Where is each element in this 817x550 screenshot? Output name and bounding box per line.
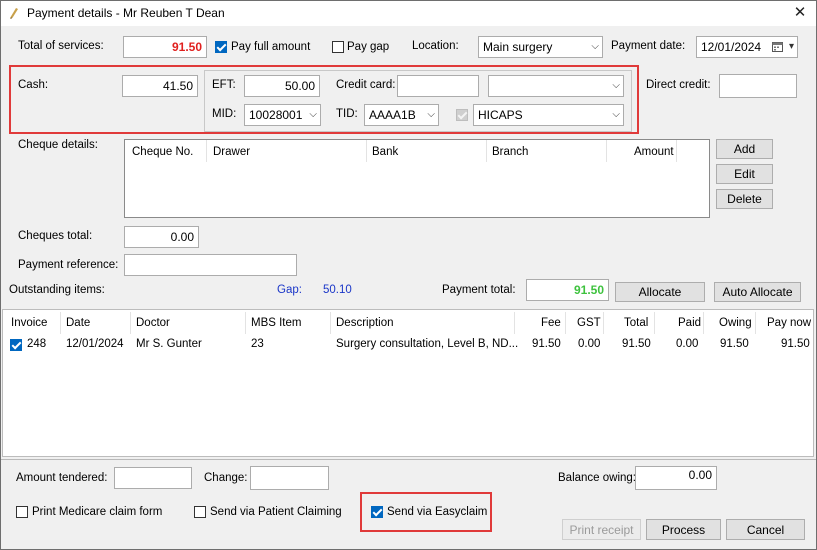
delete-cheque-button[interactable]: Delete	[716, 189, 773, 209]
col-pay-now: Pay now	[767, 317, 812, 329]
col-gst: GST	[577, 317, 601, 329]
col-divider	[654, 312, 655, 334]
cheque-col-number: Cheque No.	[132, 146, 194, 158]
col-divider	[603, 312, 604, 334]
cheque-col-drawer: Drawer	[213, 146, 251, 158]
row-select-checkbox[interactable]	[10, 339, 22, 351]
outstanding-items-label: Outstanding items:	[9, 284, 105, 296]
cheque-col-amount: Amount	[634, 146, 674, 158]
table-row[interactable]: 248 12/01/2024 Mr S. Gunter 23 Surgery c…	[3, 334, 813, 354]
col-divider	[245, 312, 246, 334]
total-services-label: Total of services:	[18, 40, 104, 52]
col-total: Total	[624, 317, 649, 329]
doctor-cell: Mr S. Gunter	[136, 338, 202, 350]
app-icon	[10, 8, 18, 19]
col-divider	[60, 312, 61, 334]
change-value	[250, 466, 329, 490]
invoice-cell: 248	[27, 338, 47, 350]
add-cheque-button[interactable]: Add	[716, 139, 773, 159]
cheque-col-divider	[486, 140, 487, 162]
cheques-total-label: Cheques total:	[18, 230, 93, 242]
pay-gap-checkbox[interactable]	[332, 41, 344, 53]
col-description: Description	[336, 317, 394, 329]
amount-tendered-label: Amount tendered:	[16, 472, 108, 484]
col-divider	[565, 312, 566, 334]
cheque-details-label: Cheque details:	[18, 139, 98, 151]
col-divider	[703, 312, 704, 334]
location-value: Main surgery	[483, 40, 553, 54]
col-divider	[330, 312, 331, 334]
pay-full-amount-checkbox[interactable]	[215, 41, 227, 53]
total-services-value: 91.50	[123, 36, 207, 58]
amount-tendered-input[interactable]	[114, 467, 192, 489]
gap-label: Gap:	[277, 284, 302, 296]
pay-full-amount-label: Pay full amount	[231, 41, 311, 53]
cheque-col-branch: Branch	[492, 146, 529, 158]
process-button[interactable]: Process	[646, 519, 721, 540]
cancel-button[interactable]: Cancel	[726, 519, 805, 540]
gst-cell: 0.00	[578, 338, 601, 350]
auto-allocate-button[interactable]: Auto Allocate	[714, 282, 801, 302]
location-label: Location:	[412, 40, 459, 52]
cheque-col-divider	[366, 140, 367, 162]
outstanding-items-table[interactable]: Invoice Date Doctor MBS Item Description…	[2, 309, 814, 457]
description-cell: Surgery consultation, Level B, ND...	[336, 338, 519, 350]
balance-owing-value: 0.00	[635, 466, 717, 490]
allocate-button[interactable]: Allocate	[615, 282, 705, 302]
cheque-col-divider	[206, 140, 207, 162]
col-invoice: Invoice	[11, 317, 48, 329]
direct-credit-label: Direct credit:	[646, 79, 711, 91]
payment-methods-highlight	[9, 65, 639, 134]
owing-cell: 91.50	[720, 338, 749, 350]
print-medicare-checkbox[interactable]	[16, 506, 28, 518]
window-title: Payment details - Mr Reuben T Dean	[27, 6, 225, 20]
col-fee: Fee	[541, 317, 561, 329]
divider	[1, 459, 816, 460]
paid-cell: 0.00	[676, 338, 699, 350]
edit-cheque-button[interactable]: Edit	[716, 164, 773, 184]
cheque-col-divider	[676, 140, 677, 162]
print-receipt-button[interactable]: Print receipt	[562, 519, 641, 540]
print-medicare-label: Print Medicare claim form	[32, 506, 163, 518]
dropdown-arrow-icon: ▾	[788, 41, 794, 52]
total-cell: 91.50	[622, 338, 651, 350]
change-label: Change:	[204, 472, 248, 484]
close-icon[interactable]: ✕	[787, 3, 813, 23]
col-divider	[755, 312, 756, 334]
pay-now-cell: 91.50	[781, 338, 810, 350]
payment-total-label: Payment total:	[442, 284, 516, 296]
payment-date-value: 12/01/2024	[701, 40, 762, 54]
payment-reference-input[interactable]	[124, 254, 297, 276]
chevron-down-icon: ⌵	[591, 41, 599, 52]
col-date: Date	[66, 317, 91, 329]
balance-owing-label: Balance owing:	[558, 472, 636, 484]
location-select[interactable]: Main surgery ⌵	[478, 36, 603, 58]
patient-claiming-checkbox[interactable]	[194, 506, 206, 518]
col-owing: Owing	[719, 317, 752, 329]
calendar-icon[interactable]	[772, 41, 783, 52]
col-divider	[514, 312, 515, 334]
payment-date-label: Payment date:	[611, 40, 686, 52]
cheque-col-divider	[606, 140, 607, 162]
patient-claiming-label: Send via Patient Claiming	[210, 506, 342, 518]
cheque-col-bank: Bank	[372, 146, 399, 158]
fee-cell: 91.50	[532, 338, 561, 350]
mbs-item-cell: 23	[251, 338, 264, 350]
easyclaim-highlight	[360, 492, 492, 532]
cheque-list[interactable]: Cheque No. Drawer Bank Branch Amount	[124, 139, 710, 218]
payment-reference-label: Payment reference:	[18, 259, 119, 271]
date-cell: 12/01/2024	[66, 338, 124, 350]
col-mbs-item: MBS Item	[251, 317, 302, 329]
gap-value: 50.10	[323, 284, 352, 296]
direct-credit-input[interactable]	[719, 74, 797, 98]
cheques-total-value: 0.00	[124, 226, 199, 248]
title-bar: Payment details - Mr Reuben T Dean ✕	[1, 1, 816, 26]
col-divider	[130, 312, 131, 334]
payment-details-window: Payment details - Mr Reuben T Dean ✕ Tot…	[0, 0, 817, 550]
pay-gap-label: Pay gap	[347, 41, 390, 53]
payment-total-value: 91.50	[526, 279, 609, 301]
payment-date-picker[interactable]: 12/01/2024 ▾	[696, 36, 798, 58]
col-paid: Paid	[678, 317, 702, 329]
col-doctor: Doctor	[136, 317, 170, 329]
